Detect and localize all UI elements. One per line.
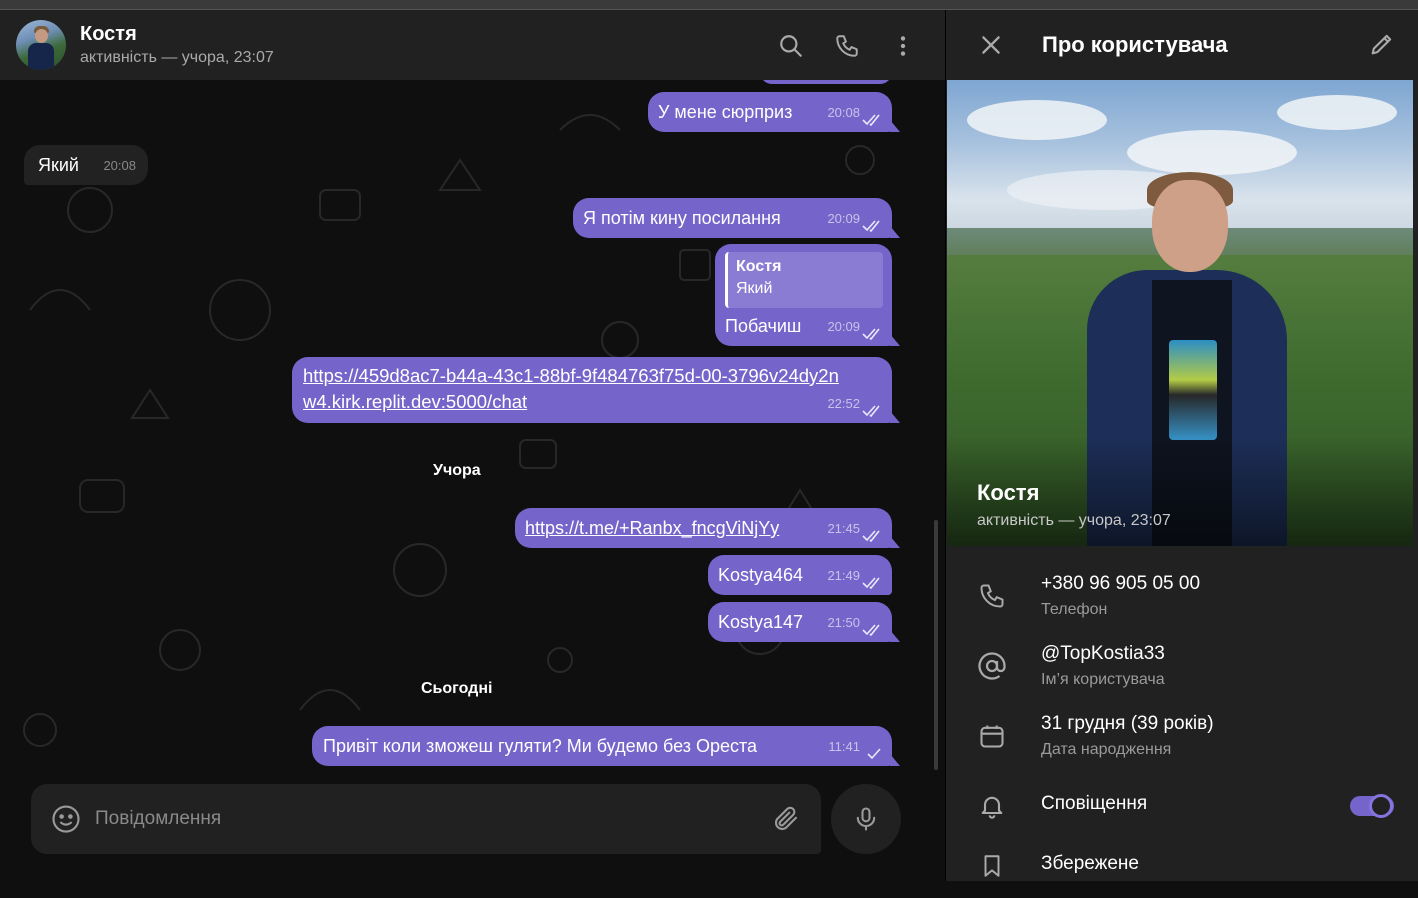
- message-link-line1[interactable]: https://459d8ac7-b44a-43c1-88bf-9f484763…: [303, 363, 839, 389]
- message-link[interactable]: https://t.me/+Ranbx_fncgViNjYy: [525, 515, 779, 541]
- chat-scrollbar[interactable]: [934, 520, 938, 770]
- reply-quote[interactable]: Костя Який: [725, 252, 883, 308]
- message-link-line2[interactable]: w4.kirk.replit.dev:5000/chat: [303, 389, 527, 415]
- message-text: Я потім кину посилання: [583, 208, 781, 228]
- double-check-icon: [862, 624, 880, 636]
- profile-status: активність — учора, 23:07: [977, 512, 1171, 529]
- message-composer[interactable]: Повідомлення: [31, 784, 821, 854]
- panel-title: Про користувача: [1042, 32, 1228, 57]
- message-time: 21:49: [827, 568, 860, 583]
- username-row[interactable]: @TopKostia33 Ім’я користувача: [946, 634, 1418, 698]
- saved-row[interactable]: Збережене: [946, 834, 1418, 898]
- phone-row[interactable]: +380 96 905 05 00 Телефон: [946, 564, 1418, 628]
- message-time: 21:45: [827, 521, 860, 536]
- attach-icon[interactable]: [771, 804, 801, 834]
- phone-label: Телефон: [1041, 601, 1108, 618]
- chat-header: Костя активність — учора, 23:07: [0, 10, 945, 80]
- bookmark-icon: [976, 850, 1008, 882]
- message-out[interactable]: Kostya147 21:50: [708, 602, 892, 642]
- profile-photo[interactable]: Костя активність — учора, 23:07: [947, 80, 1413, 546]
- mic-icon: [856, 807, 876, 831]
- reply-name: Костя: [736, 258, 782, 275]
- single-check-icon: [867, 748, 881, 760]
- phone-value: +380 96 905 05 00: [1041, 573, 1201, 594]
- panel-header: Про користувача: [946, 10, 1418, 80]
- message-text: Побачиш: [725, 316, 802, 336]
- double-check-icon: [862, 114, 880, 126]
- message-time: 20:09: [827, 211, 860, 226]
- user-info-panel: Про користувача Костя активність — учора…: [945, 10, 1418, 881]
- more-icon[interactable]: [885, 28, 921, 64]
- emoji-icon[interactable]: [51, 804, 81, 834]
- chat-title[interactable]: Костя: [80, 22, 274, 46]
- message-time: 20:08: [827, 105, 860, 120]
- double-check-icon: [862, 405, 880, 417]
- message-time: 20:08: [103, 158, 136, 173]
- message-out[interactable]: Kostya464 21:49: [708, 555, 892, 595]
- message-time: 22:52: [827, 396, 860, 411]
- double-check-icon: [862, 577, 880, 589]
- phone-icon[interactable]: [829, 28, 865, 64]
- edit-icon[interactable]: [1368, 30, 1396, 58]
- message-text: Який: [38, 155, 79, 175]
- birthday-value: 31 грудня (39 років): [1041, 713, 1214, 734]
- message-time: 20:09: [827, 319, 860, 334]
- double-check-icon: [862, 220, 880, 232]
- message-time: 21:50: [827, 615, 860, 630]
- chat-status: активність — учора, 23:07: [80, 49, 274, 66]
- message-text: Привіт коли зможеш гуляти? Ми будемо без…: [323, 736, 758, 756]
- message-in[interactable]: Який 20:08: [24, 145, 148, 185]
- reply-text: Який: [736, 280, 773, 297]
- notifications-toggle[interactable]: [1350, 794, 1394, 818]
- avatar[interactable]: [16, 20, 66, 70]
- chat-area: Костя активність — учора, 23:07 У мене с…: [0, 10, 945, 881]
- notifications-label: Сповіщення: [1041, 793, 1148, 814]
- bell-icon: [976, 790, 1008, 822]
- search-icon[interactable]: [773, 28, 809, 64]
- birthday-row[interactable]: 31 грудня (39 років) Дата народження: [946, 704, 1418, 768]
- double-check-icon: [862, 530, 880, 542]
- notifications-row[interactable]: Сповіщення: [946, 774, 1418, 838]
- at-icon: [976, 650, 1008, 682]
- double-check-icon: [862, 328, 880, 340]
- date-separator: Сьогодні: [421, 680, 493, 697]
- calendar-icon: [976, 720, 1008, 752]
- message-out[interactable]: Привіт коли зможеш гуляти? Ми будемо без…: [312, 726, 892, 766]
- saved-label: Збережене: [1041, 853, 1139, 874]
- birthday-label: Дата народження: [1041, 741, 1172, 758]
- message-out[interactable]: Я потім кину посилання 20:09: [573, 198, 892, 238]
- message-out-link[interactable]: https://459d8ac7-b44a-43c1-88bf-9f484763…: [292, 357, 892, 423]
- message-time: 11:41: [828, 739, 860, 754]
- window-top-bar: [0, 0, 1418, 10]
- message-text: У мене сюрприз: [658, 102, 793, 122]
- phone-icon: [976, 580, 1008, 612]
- mic-button[interactable]: [831, 784, 901, 854]
- message-text: Kostya464: [718, 565, 804, 585]
- username-value: @TopKostia33: [1041, 643, 1165, 664]
- username-label: Ім’я користувача: [1041, 671, 1165, 688]
- message-out-with-reply[interactable]: Костя Який Побачиш 20:09: [715, 244, 892, 346]
- message-out-link[interactable]: https://t.me/+Ranbx_fncgViNjYy 21:45: [515, 508, 892, 548]
- message-text: Kostya147: [718, 612, 804, 632]
- date-separator: Учора: [433, 462, 481, 479]
- close-icon[interactable]: [978, 32, 1004, 58]
- message-input[interactable]: Повідомлення: [95, 808, 771, 830]
- profile-name: Костя: [977, 480, 1040, 505]
- message-out[interactable]: У мене сюрприз 20:08: [648, 92, 892, 132]
